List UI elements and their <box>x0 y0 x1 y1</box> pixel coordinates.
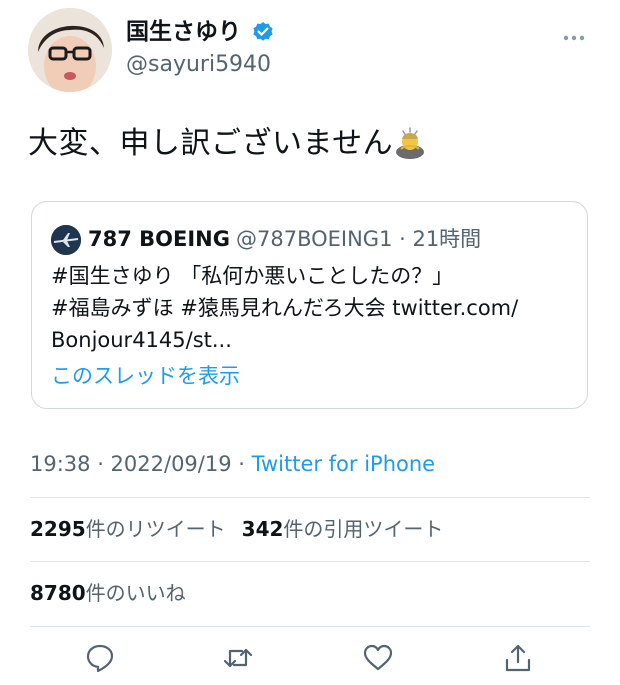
more-icon[interactable] <box>562 28 586 41</box>
person-bowing-emoji-icon <box>393 125 427 159</box>
likes-count: 8780 <box>30 581 86 605</box>
quoted-author-name[interactable]: 787 BOEING <box>88 227 230 251</box>
quoted-body-line: #福島みずほ #猿馬見れんだろ大会 twitter.com/ <box>51 296 519 320</box>
quoted-author-meta: @787BOEING1 · 21時間 <box>235 227 482 251</box>
tweet-timestamp: 19:38 · 2022/09/19 · Twitter for iPhone <box>30 449 435 479</box>
author-handle[interactable]: @sayuri5940 <box>126 52 274 78</box>
retweets-stat[interactable]: 2295件のリツイート <box>30 517 226 541</box>
tweet-header: 国生さゆり @sayuri5940 <box>28 6 592 92</box>
timestamp-time-date: 19:38 · 2022/09/19 · <box>30 452 252 476</box>
likes-stat[interactable]: 8780件のいいね <box>30 578 186 608</box>
engagement-stats: 2295件のリツイート 342件の引用ツイート <box>30 514 443 544</box>
quotes-count: 342 <box>241 517 284 541</box>
quoted-header: 787 BOEING @787BOEING1 · 21時間 <box>88 224 481 254</box>
retweet-icon[interactable] <box>222 642 254 674</box>
quoted-body-line: Bonjour4145/st... <box>51 328 232 352</box>
tweet-text-content: 大変、申し訳ございません <box>28 126 394 161</box>
action-bar <box>0 640 620 680</box>
like-icon[interactable] <box>362 642 394 674</box>
reply-icon[interactable] <box>84 642 116 674</box>
quoted-body-line: #国生さゆり 「私何か悪いことしたの？」 <box>51 264 454 288</box>
verified-badge-icon <box>252 21 274 43</box>
divider <box>30 626 590 627</box>
show-thread-link[interactable]: このスレッドを表示 <box>51 360 240 390</box>
retweets-label: 件のリツイート <box>85 517 226 541</box>
quotes-label: 件の引用ツイート <box>283 517 444 541</box>
share-icon[interactable] <box>502 642 534 674</box>
tweet-source-link[interactable]: Twitter for iPhone <box>252 452 436 476</box>
quoted-tweet-card[interactable]: 787 BOEING @787BOEING1 · 21時間 #国生さゆり 「私何か… <box>31 201 588 409</box>
author-names: 国生さゆり @sayuri5940 <box>126 18 274 78</box>
likes-label: 件のいいね <box>85 581 186 605</box>
tweet-text: 大変、申し訳ございません <box>28 124 427 164</box>
retweets-count: 2295 <box>30 517 86 541</box>
divider <box>30 561 590 562</box>
divider <box>30 497 590 498</box>
author-avatar[interactable] <box>28 8 112 92</box>
quoted-author-avatar[interactable] <box>51 225 81 255</box>
author-display-name[interactable]: 国生さゆり <box>126 18 241 46</box>
quotes-stat[interactable]: 342件の引用ツイート <box>242 517 444 541</box>
quoted-body: #国生さゆり 「私何か悪いことしたの？」 #福島みずほ #猿馬見れんだろ大会 t… <box>51 260 518 356</box>
